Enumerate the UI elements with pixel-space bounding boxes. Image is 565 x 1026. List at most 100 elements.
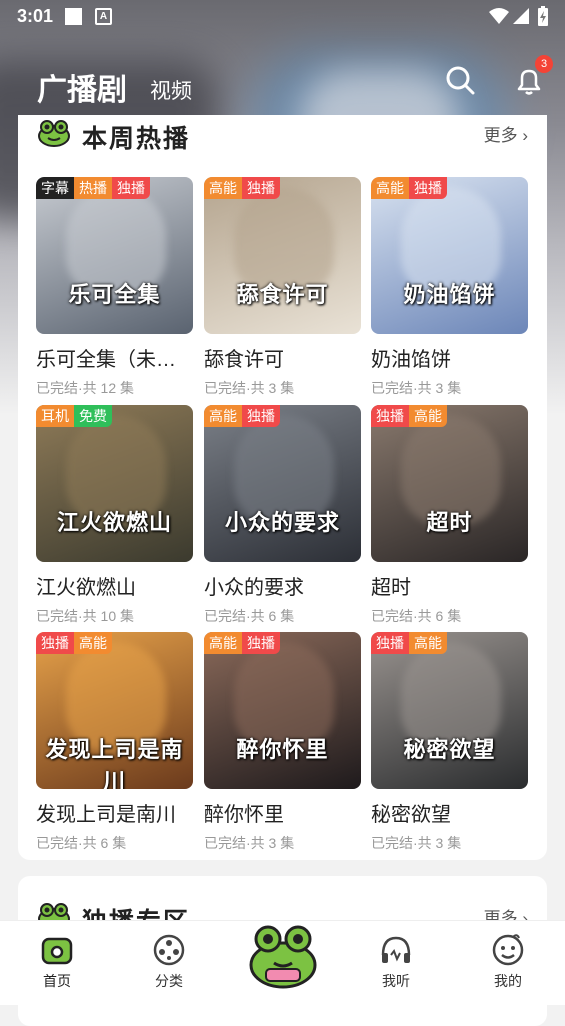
- drama-status: 已完结·共 3 集: [204, 380, 295, 396]
- drama-title[interactable]: 舔食许可: [204, 343, 361, 372]
- tag-badge: 免费: [74, 405, 112, 427]
- frog-mascot-icon[interactable]: [246, 913, 320, 993]
- tag-badge: 独播: [242, 632, 280, 654]
- tab-label: 我听: [382, 973, 410, 989]
- tab-video[interactable]: 视频: [150, 75, 192, 105]
- tag-list: 高能 独播: [204, 177, 280, 199]
- drama-title[interactable]: 发现上司是南川: [36, 798, 193, 827]
- cover-title: 醉你怀里: [236, 737, 329, 762]
- drama-card[interactable]: 小众的要求 高能 独播 小众的要求 已完结·共 6 集: [204, 405, 361, 626]
- drama-status: 已完结·共 6 集: [371, 608, 462, 624]
- drama-cover[interactable]: 超时 独播 高能: [371, 405, 528, 562]
- battery-charging-icon: [538, 6, 548, 26]
- drama-cover[interactable]: 乐可全集 字幕 热播 独播: [36, 177, 193, 334]
- tab-category[interactable]: 分类: [139, 933, 199, 991]
- tag-badge: 高能: [204, 405, 242, 427]
- drama-title[interactable]: 江火欲燃山: [36, 571, 193, 600]
- drama-status: 已完结·共 3 集: [371, 835, 462, 851]
- notification-badge: 3: [535, 55, 553, 73]
- tag-badge: 独播: [112, 177, 150, 199]
- tag-badge: 独播: [371, 632, 409, 654]
- tab-listening[interactable]: 我听: [366, 933, 426, 991]
- drama-cover[interactable]: 发现上司是南川 独播 高能: [36, 632, 193, 789]
- section-title: 本周热播: [82, 125, 191, 153]
- drama-card[interactable]: 醉你怀里 高能 独播 醉你怀里 已完结·共 3 集: [204, 632, 361, 853]
- drama-cover[interactable]: 秘密欲望 独播 高能: [371, 632, 528, 789]
- tag-badge: 高能: [204, 632, 242, 654]
- tab-profile[interactable]: 我的: [478, 933, 538, 991]
- profile-icon: [492, 934, 524, 966]
- drama-status: 已完结·共 3 集: [371, 380, 462, 396]
- tag-badge: 独播: [36, 632, 74, 654]
- tag-badge: 高能: [409, 632, 447, 654]
- status-time: 3:01: [17, 6, 54, 26]
- tag-badge: 字幕: [36, 177, 74, 199]
- chevron-right-icon: ›: [522, 126, 528, 145]
- cover-title: 小众的要求: [224, 510, 340, 535]
- drama-card[interactable]: 发现上司是南川 独播 高能 发现上司是南川 已完结·共 6 集: [36, 632, 193, 853]
- drama-title[interactable]: 乐可全集（未…: [36, 343, 193, 372]
- home-icon: [41, 937, 73, 965]
- bottom-navigation: 首页 分类 我听 我的: [0, 920, 565, 1005]
- tag-list: 高能 独播: [371, 177, 447, 199]
- tab-label: 首页: [43, 973, 71, 989]
- tag-list: 字幕 热播 独播: [36, 177, 150, 199]
- status-bar: 3:01 A: [0, 0, 565, 32]
- drama-cover[interactable]: 小众的要求 高能 独播: [204, 405, 361, 562]
- drama-card[interactable]: 舔食许可 高能 独播 舔食许可 已完结·共 3 集: [204, 177, 361, 398]
- drama-status: 已完结·共 3 集: [204, 835, 295, 851]
- drama-card[interactable]: 超时 独播 高能 超时 已完结·共 6 集: [371, 405, 528, 626]
- tag-badge: 独播: [371, 405, 409, 427]
- drama-cover[interactable]: 奶油馅饼 高能 独播: [371, 177, 528, 334]
- cover-title: 秘密欲望: [403, 737, 496, 762]
- section-header: 本周热播 更多 ›: [38, 119, 528, 153]
- tab-label: 我的: [494, 973, 522, 989]
- drama-title[interactable]: 醉你怀里: [204, 798, 361, 827]
- cover-title: 江火欲燃山: [56, 510, 172, 535]
- headphones-icon: [381, 936, 411, 963]
- top-navigation: 广播剧 视频 3: [0, 55, 565, 110]
- tab-radio-drama[interactable]: 广播剧: [37, 65, 127, 109]
- drama-status: 已完结·共 10 集: [36, 608, 135, 624]
- search-icon[interactable]: [445, 65, 475, 95]
- tag-badge: 独播: [242, 405, 280, 427]
- drama-title[interactable]: 奶油馅饼: [371, 343, 528, 372]
- tab-label: 分类: [155, 973, 183, 989]
- drama-title[interactable]: 小众的要求: [204, 571, 361, 600]
- tag-list: 高能 独播: [204, 632, 280, 654]
- wifi-icon: [489, 8, 509, 24]
- tag-list: 独播 高能: [371, 405, 447, 427]
- drama-card[interactable]: 秘密欲望 独播 高能 秘密欲望 已完结·共 3 集: [371, 632, 528, 853]
- drama-card[interactable]: 乐可全集 字幕 热播 独播 乐可全集（未… 已完结·共 12 集: [36, 177, 193, 398]
- tag-list: 独播 高能: [36, 632, 112, 654]
- tag-badge: 热播: [74, 177, 112, 199]
- tag-badge: 高能: [371, 177, 409, 199]
- cover-title: 奶油馅饼: [403, 282, 496, 307]
- a-icon: A: [95, 8, 112, 25]
- drama-card[interactable]: 江火欲燃山 耳机 免费 江火欲燃山 已完结·共 10 集: [36, 405, 193, 626]
- drama-status: 已完结·共 6 集: [204, 608, 295, 624]
- tag-badge: 独播: [409, 177, 447, 199]
- drama-status: 已完结·共 12 集: [36, 380, 135, 396]
- drama-cover[interactable]: 醉你怀里 高能 独播: [204, 632, 361, 789]
- tag-badge: 高能: [74, 632, 112, 654]
- weekly-hot-section: 本周热播 更多 › 乐可全集 字幕 热播 独播 乐可全集（未… 已完结·共 12 集…: [18, 115, 547, 860]
- more-link[interactable]: 更多 ›: [484, 121, 528, 146]
- cover-title: 乐可全集: [68, 282, 161, 307]
- drama-title[interactable]: 秘密欲望: [371, 798, 528, 827]
- tag-list: 高能 独播: [204, 405, 280, 427]
- drama-cover[interactable]: 江火欲燃山 耳机 免费: [36, 405, 193, 562]
- cover-title: 发现上司是南川: [45, 737, 184, 789]
- tab-home[interactable]: 首页: [27, 933, 87, 991]
- drama-cover[interactable]: 舔食许可 高能 独播: [204, 177, 361, 334]
- cover-title: 超时: [426, 510, 473, 535]
- signal-icon: [513, 8, 529, 24]
- tag-badge: 高能: [409, 405, 447, 427]
- drama-title[interactable]: 超时: [371, 571, 528, 600]
- category-icon: [153, 934, 185, 966]
- tag-badge: 独播: [242, 177, 280, 199]
- tag-badge: 耳机: [36, 405, 74, 427]
- tag-list: 耳机 免费: [36, 405, 112, 427]
- notification-square-icon: [65, 8, 82, 25]
- drama-card[interactable]: 奶油馅饼 高能 独播 奶油馅饼 已完结·共 3 集: [371, 177, 528, 398]
